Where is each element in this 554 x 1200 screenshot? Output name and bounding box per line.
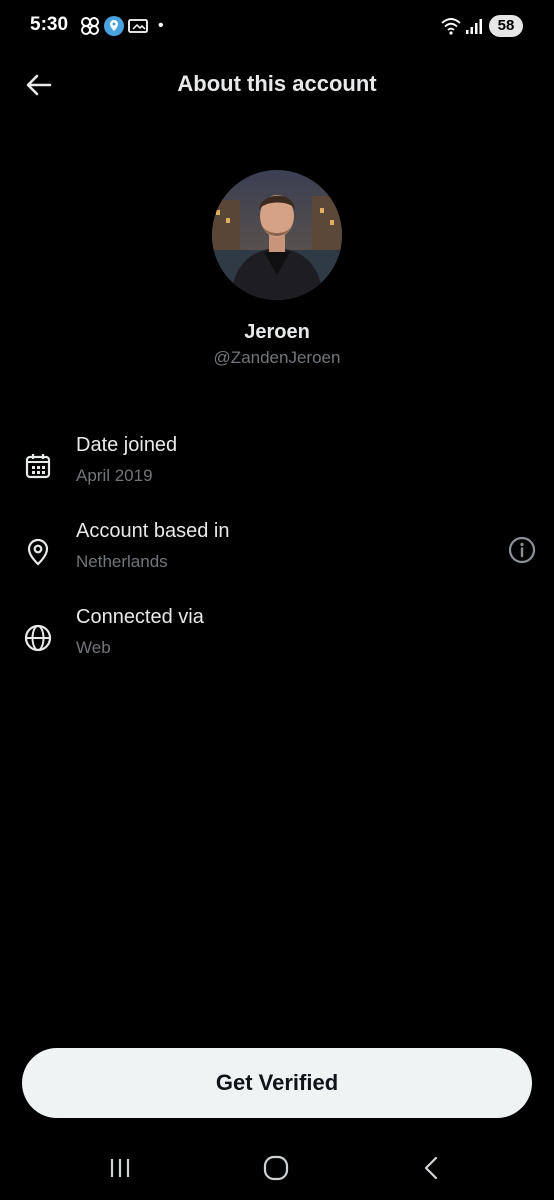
header: About this account [0,56,554,112]
row-value: Web [76,638,111,657]
info-row-date-joined: Date joined April 2019 [0,434,554,504]
row-title: Date joined [76,434,178,456]
back-icon[interactable] [410,1153,450,1183]
status-time: 5:30 [30,14,69,35]
pinwheel-icon [80,15,100,42]
profile-name: Jeroen [244,321,310,343]
page-title: About this account [177,71,377,96]
row-value: Netherlands [76,552,168,571]
globe-icon [22,622,54,654]
signal-icon [464,15,484,42]
system-nav-bar [0,1135,554,1200]
row-value: April 2019 [76,466,153,485]
row-title: Account based in [76,520,230,542]
notification-dot: • [158,17,164,34]
calendar-icon [22,450,54,482]
avatar [212,170,342,300]
info-row-connected-via: Connected via Web [0,606,554,676]
battery-indicator: 58 [489,15,523,37]
wifi-icon [440,15,462,42]
info-icon[interactable] [506,534,538,566]
recent-apps-icon[interactable] [100,1153,140,1183]
status-bar: 5:30 • 58 [0,0,554,52]
screen: 5:30 • 58 About this account Jeroen @Zan… [0,0,554,1200]
location-pin-icon [22,536,54,568]
row-title: Connected via [76,606,204,628]
home-icon[interactable] [256,1153,296,1183]
profile-handle: @ZandenJeroen [213,348,341,367]
get-verified-button[interactable]: Get Verified [22,1048,532,1118]
cast-icon [128,15,148,42]
info-row-account-based-in: Account based in Netherlands [0,520,554,590]
location-badge-icon [104,15,124,42]
